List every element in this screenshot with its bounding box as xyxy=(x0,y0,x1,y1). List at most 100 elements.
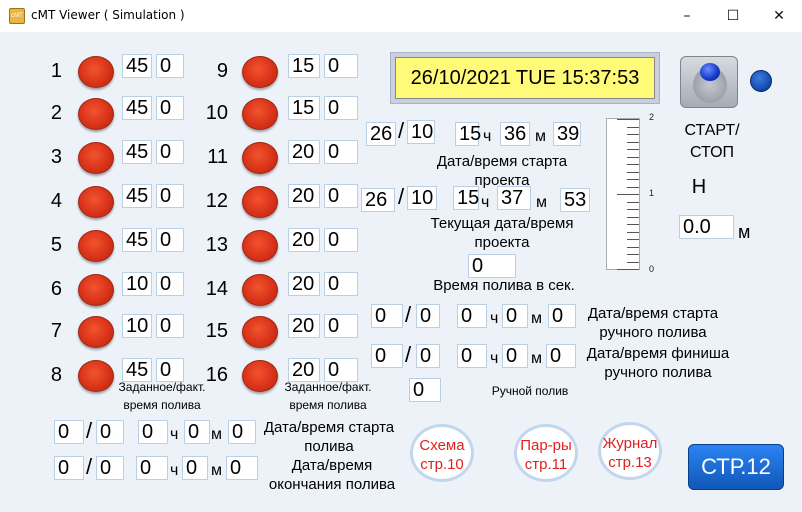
actual-time-field[interactable]: 0 xyxy=(324,184,358,208)
actual-time-field[interactable]: 0 xyxy=(324,272,358,296)
actual-time-field[interactable]: 0 xyxy=(324,140,358,164)
set-time-field[interactable]: 20 xyxy=(288,140,320,164)
manual-watering-label: Ручной полив xyxy=(491,384,569,398)
actual-time-field[interactable]: 0 xyxy=(156,54,184,78)
manual-finish-hour[interactable]: 0 xyxy=(457,344,487,368)
watering-start-day[interactable]: 0 xyxy=(54,420,84,444)
valve-lamp-button[interactable] xyxy=(78,274,114,306)
set-time-field[interactable]: 45 xyxy=(122,184,152,208)
actual-time-field[interactable]: 0 xyxy=(156,314,184,338)
valve-lamp-button[interactable] xyxy=(242,98,278,130)
manual-finish-minute[interactable]: 0 xyxy=(502,344,528,368)
manual-start-month[interactable]: 0 xyxy=(416,304,440,328)
scale-tick xyxy=(617,269,639,270)
journal-page-button[interactable]: Журнал стр.13 xyxy=(598,422,662,480)
current-page-button[interactable]: СТР.12 xyxy=(688,444,784,490)
minimize-button[interactable]: – xyxy=(664,0,710,32)
manual-start-hour[interactable]: 0 xyxy=(457,304,487,328)
scale-tick xyxy=(617,194,639,195)
set-time-field[interactable]: 45 xyxy=(122,228,152,252)
watering-end-second[interactable]: 0 xyxy=(226,456,258,480)
set-time-field[interactable]: 45 xyxy=(122,96,152,120)
channel-number: 5 xyxy=(50,234,62,256)
project-start-label: Дата/время старта проекта xyxy=(436,153,568,189)
set-time-field[interactable]: 20 xyxy=(288,184,320,208)
valve-lamp-button[interactable] xyxy=(242,316,278,348)
manual-finish-day[interactable]: 0 xyxy=(371,344,403,368)
actual-time-field[interactable]: 0 xyxy=(324,54,358,78)
start-stop-label: СТАРТ/ СТОП xyxy=(684,122,740,161)
project-start-day[interactable]: 26 xyxy=(366,122,396,146)
datetime-display: 26/10/2021 TUE 15:37:53 xyxy=(395,57,655,99)
scheme-page-button[interactable]: Схема стр.10 xyxy=(410,424,474,482)
watering-end-day[interactable]: 0 xyxy=(54,456,84,480)
manual-start-second[interactable]: 0 xyxy=(548,304,576,328)
valve-lamp-button[interactable] xyxy=(78,98,114,130)
project-start-minute[interactable]: 36 xyxy=(500,122,530,146)
scale-min-label: 0 xyxy=(649,264,655,274)
valve-lamp-button[interactable] xyxy=(78,316,114,348)
actual-time-field[interactable]: 0 xyxy=(156,272,184,296)
set-time-field[interactable]: 15 xyxy=(288,54,320,78)
actual-time-field[interactable]: 0 xyxy=(156,228,184,252)
set-time-field[interactable]: 45 xyxy=(122,140,152,164)
current-second[interactable]: 53 xyxy=(560,188,590,212)
close-button[interactable]: ✕ xyxy=(756,0,802,32)
actual-time-field[interactable]: 0 xyxy=(324,314,358,338)
watering-end-month[interactable]: 0 xyxy=(96,456,124,480)
valve-lamp-button[interactable] xyxy=(78,186,114,218)
watering-seconds-field[interactable]: 0 xyxy=(468,254,516,278)
start-stop-switch[interactable] xyxy=(680,56,738,108)
current-month[interactable]: 10 xyxy=(407,186,437,210)
manual-watering-field[interactable]: 0 xyxy=(409,378,441,402)
set-time-field[interactable]: 45 xyxy=(122,54,152,78)
minute-unit: м xyxy=(535,128,546,145)
params-page-button[interactable]: Пар-ры стр.11 xyxy=(514,424,578,482)
actual-time-field[interactable]: 0 xyxy=(324,96,358,120)
cmt-app-icon: cMT xyxy=(9,8,25,24)
actual-time-field[interactable]: 0 xyxy=(156,96,184,120)
valve-lamp-button[interactable] xyxy=(78,142,114,174)
manual-start-minute[interactable]: 0 xyxy=(502,304,528,328)
set-time-field[interactable]: 10 xyxy=(122,272,152,296)
watering-seconds-label: Время полива в сек. xyxy=(433,277,575,294)
valve-lamp-button[interactable] xyxy=(242,186,278,218)
slash: / xyxy=(398,184,405,209)
valve-lamp-button[interactable] xyxy=(78,56,114,88)
actual-time-field[interactable]: 0 xyxy=(156,140,184,164)
channel-number: 14 xyxy=(205,278,228,300)
actual-time-field[interactable]: 0 xyxy=(156,184,184,208)
actual-time-field[interactable]: 0 xyxy=(324,228,358,252)
watering-end-minute[interactable]: 0 xyxy=(182,456,208,480)
manual-start-day[interactable]: 0 xyxy=(371,304,403,328)
valve-lamp-button[interactable] xyxy=(242,274,278,306)
valve-lamp-button[interactable] xyxy=(78,230,114,262)
watering-start-second[interactable]: 0 xyxy=(228,420,256,444)
watering-start-minute[interactable]: 0 xyxy=(184,420,210,444)
watering-end-hour[interactable]: 0 xyxy=(136,456,168,480)
project-start-second[interactable]: 39 xyxy=(553,122,581,146)
set-time-field[interactable]: 20 xyxy=(288,314,320,338)
current-hour[interactable]: 15 xyxy=(453,186,479,210)
project-start-hour[interactable]: 15 xyxy=(455,122,481,146)
set-time-field[interactable]: 20 xyxy=(288,228,320,252)
current-day[interactable]: 26 xyxy=(361,188,395,212)
current-minute[interactable]: 37 xyxy=(497,186,531,210)
valve-lamp-button[interactable] xyxy=(242,142,278,174)
valve-lamp-button[interactable] xyxy=(242,230,278,262)
watering-start-month[interactable]: 0 xyxy=(96,420,124,444)
watering-end-label: Дата/время окончания полива xyxy=(268,457,396,493)
valve-lamp-button[interactable] xyxy=(242,56,278,88)
level-value-field[interactable]: 0.0 xyxy=(679,215,734,239)
watering-start-hour[interactable]: 0 xyxy=(138,420,168,444)
scale-max-label: 2 xyxy=(649,112,655,122)
set-time-field[interactable]: 20 xyxy=(288,272,320,296)
set-time-field[interactable]: 10 xyxy=(122,314,152,338)
scale-tick xyxy=(627,156,639,158)
slash: / xyxy=(86,454,93,479)
manual-finish-month[interactable]: 0 xyxy=(416,344,440,368)
set-time-field[interactable]: 15 xyxy=(288,96,320,120)
project-start-month[interactable]: 10 xyxy=(407,120,435,144)
manual-finish-second[interactable]: 0 xyxy=(546,344,576,368)
maximize-button[interactable]: ☐ xyxy=(710,0,756,32)
